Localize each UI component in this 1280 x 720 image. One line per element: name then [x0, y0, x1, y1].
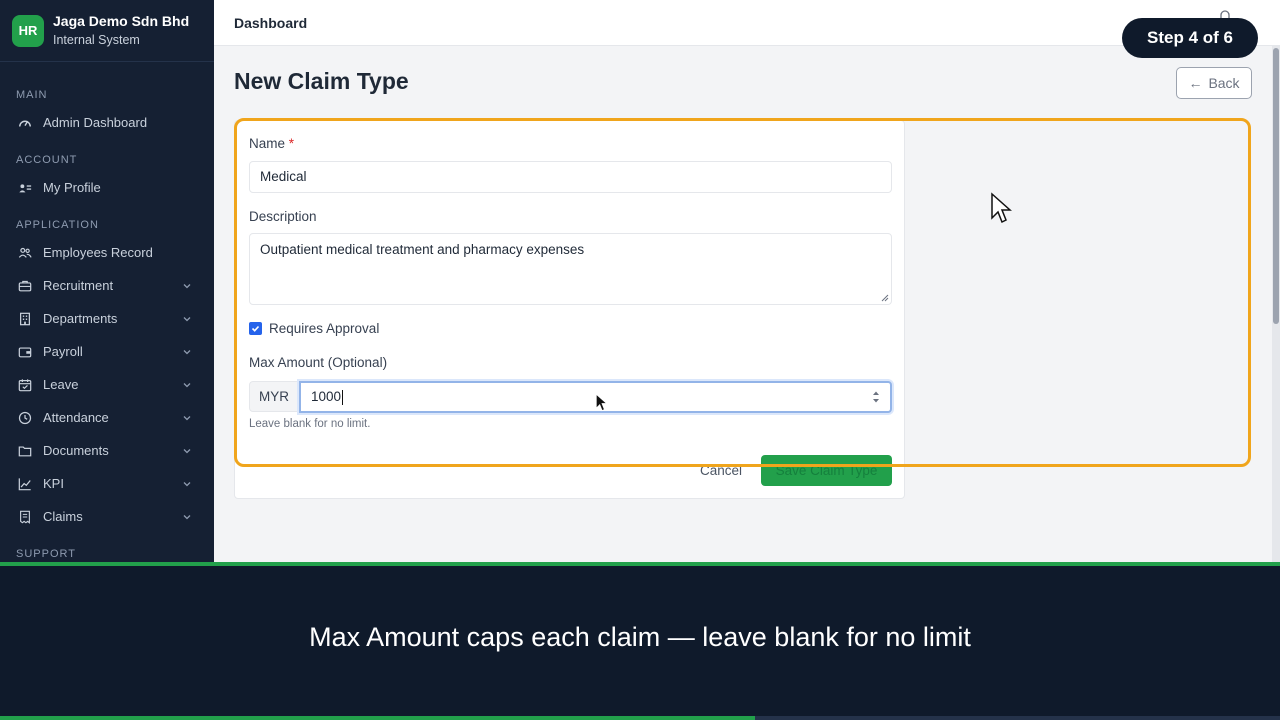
sidebar-item-claims[interactable]: Claims: [0, 500, 214, 533]
nav-section-application: APPLICATION: [16, 219, 99, 231]
requires-approval-checkbox[interactable]: [249, 322, 262, 335]
tour-progress-bar: [0, 716, 1280, 720]
id-card-icon: [19, 183, 32, 192]
gauge-icon: [19, 120, 31, 127]
nav-section-support: SUPPORT: [16, 548, 76, 560]
sidebar-item-label: Employees Record: [43, 245, 153, 260]
max-amount-hint: Leave blank for no limit.: [249, 418, 371, 430]
sidebar-item-label: Leave: [43, 377, 79, 392]
arrow-left-icon: ←: [1188, 75, 1203, 91]
claim-type-form: Name * Medical Description Outpatient me…: [234, 120, 905, 499]
requires-approval-label: Requires Approval: [269, 321, 380, 336]
mouse-pointer-icon: [595, 393, 608, 412]
step-badge: Step 4 of 6: [1122, 18, 1258, 58]
caption-text: Max Amount caps each claim — leave blank…: [309, 622, 971, 652]
cancel-button[interactable]: Cancel: [687, 455, 755, 485]
sidebar-item-employees-record[interactable]: Employees Record: [0, 236, 214, 269]
requires-approval-row[interactable]: Requires Approval: [249, 321, 379, 336]
description-text: Outpatient medical treatment and pharmac…: [260, 242, 585, 257]
sidebar: HR Jaga Demo Sdn Bhd Internal System MAI…: [0, 0, 214, 562]
chevron-down-icon: [183, 316, 191, 321]
tour-progress-fill: [0, 716, 756, 720]
description-label: Description: [249, 209, 317, 224]
sidebar-item-attendance[interactable]: Attendance: [0, 401, 214, 434]
users-icon: [18, 247, 32, 258]
receipt-icon: [20, 510, 30, 524]
brand[interactable]: HR Jaga Demo Sdn Bhd Internal System: [0, 0, 214, 62]
chart-line-icon: [18, 477, 31, 490]
text-caret: [342, 389, 344, 405]
topbar-title: Dashboard: [234, 14, 308, 31]
sidebar-item-recruitment[interactable]: Recruitment: [0, 269, 214, 302]
sidebar-item-label: Recruitment: [43, 278, 114, 293]
chevron-down-icon: [183, 349, 191, 354]
name-label-text: Name: [249, 136, 286, 151]
chevron-down-icon: [183, 415, 191, 420]
scrollbar-thumb[interactable]: [1273, 48, 1279, 324]
description-textarea[interactable]: Outpatient medical treatment and pharmac…: [249, 233, 892, 305]
main-content: Dashboard Step 4 of 6 New Claim Type ← B…: [214, 0, 1280, 562]
mouse-pointer-icon: [991, 192, 1012, 224]
sidebar-item-label: My Profile: [43, 180, 101, 195]
chevron-down-icon: [183, 448, 191, 453]
clock-icon: [18, 411, 32, 424]
sidebar-item-label: Admin Dashboard: [43, 115, 148, 130]
sidebar-item-kpi[interactable]: KPI: [0, 467, 214, 500]
page-title: New Claim Type: [234, 68, 409, 94]
sidebar-item-label: Documents: [43, 443, 109, 458]
save-claim-type-button[interactable]: Save Claim Type: [761, 455, 892, 486]
sidebar-item-leave[interactable]: Leave: [0, 368, 214, 401]
folder-icon: [18, 445, 32, 456]
nav-section-account: ACCOUNT: [16, 154, 78, 166]
required-mark: *: [288, 136, 295, 151]
name-label: Name *: [249, 136, 294, 151]
sidebar-item-label: KPI: [43, 476, 64, 491]
sidebar-item-label: Payroll: [43, 344, 83, 359]
sidebar-item-my-profile[interactable]: My Profile: [0, 171, 214, 204]
calendar-icon: [18, 378, 32, 391]
sidebar-item-documents[interactable]: Documents: [0, 434, 214, 467]
currency-addon: MYR: [249, 381, 299, 412]
sidebar-item-admin-dashboard[interactable]: Admin Dashboard: [0, 106, 214, 139]
topbar: Dashboard: [214, 0, 1280, 46]
back-button-label: Back: [1208, 75, 1240, 91]
sidebar-item-label: Attendance: [43, 410, 109, 425]
sidebar-item-label: Claims: [43, 509, 83, 524]
brand-name: Jaga Demo Sdn Bhd: [53, 12, 190, 29]
chevron-down-icon: [183, 481, 191, 486]
chevron-down-icon: [183, 382, 191, 387]
checkmark-icon: [251, 325, 260, 332]
back-button[interactable]: ← Back: [1176, 67, 1252, 99]
name-input[interactable]: Medical: [249, 161, 892, 193]
sidebar-item-departments[interactable]: Departments: [0, 302, 214, 335]
nav-section-main: MAIN: [16, 89, 48, 101]
brand-subtitle: Internal System: [53, 32, 140, 47]
sidebar-item-payroll[interactable]: Payroll: [0, 335, 214, 368]
building-icon: [20, 312, 30, 325]
chevron-down-icon: [183, 283, 191, 288]
resize-handle-icon[interactable]: [881, 294, 889, 302]
max-amount-value: 1000: [311, 389, 342, 404]
chevron-down-icon: [183, 514, 191, 519]
sidebar-item-label: Departments: [43, 311, 118, 326]
wallet-icon: [18, 346, 32, 357]
briefcase-icon: [18, 280, 32, 291]
caption-bar: Max Amount caps each claim — leave blank…: [0, 562, 1280, 720]
max-amount-label: Max Amount (Optional): [249, 355, 388, 370]
brand-logo: HR: [12, 14, 44, 47]
number-spinner-icon[interactable]: [872, 388, 880, 406]
